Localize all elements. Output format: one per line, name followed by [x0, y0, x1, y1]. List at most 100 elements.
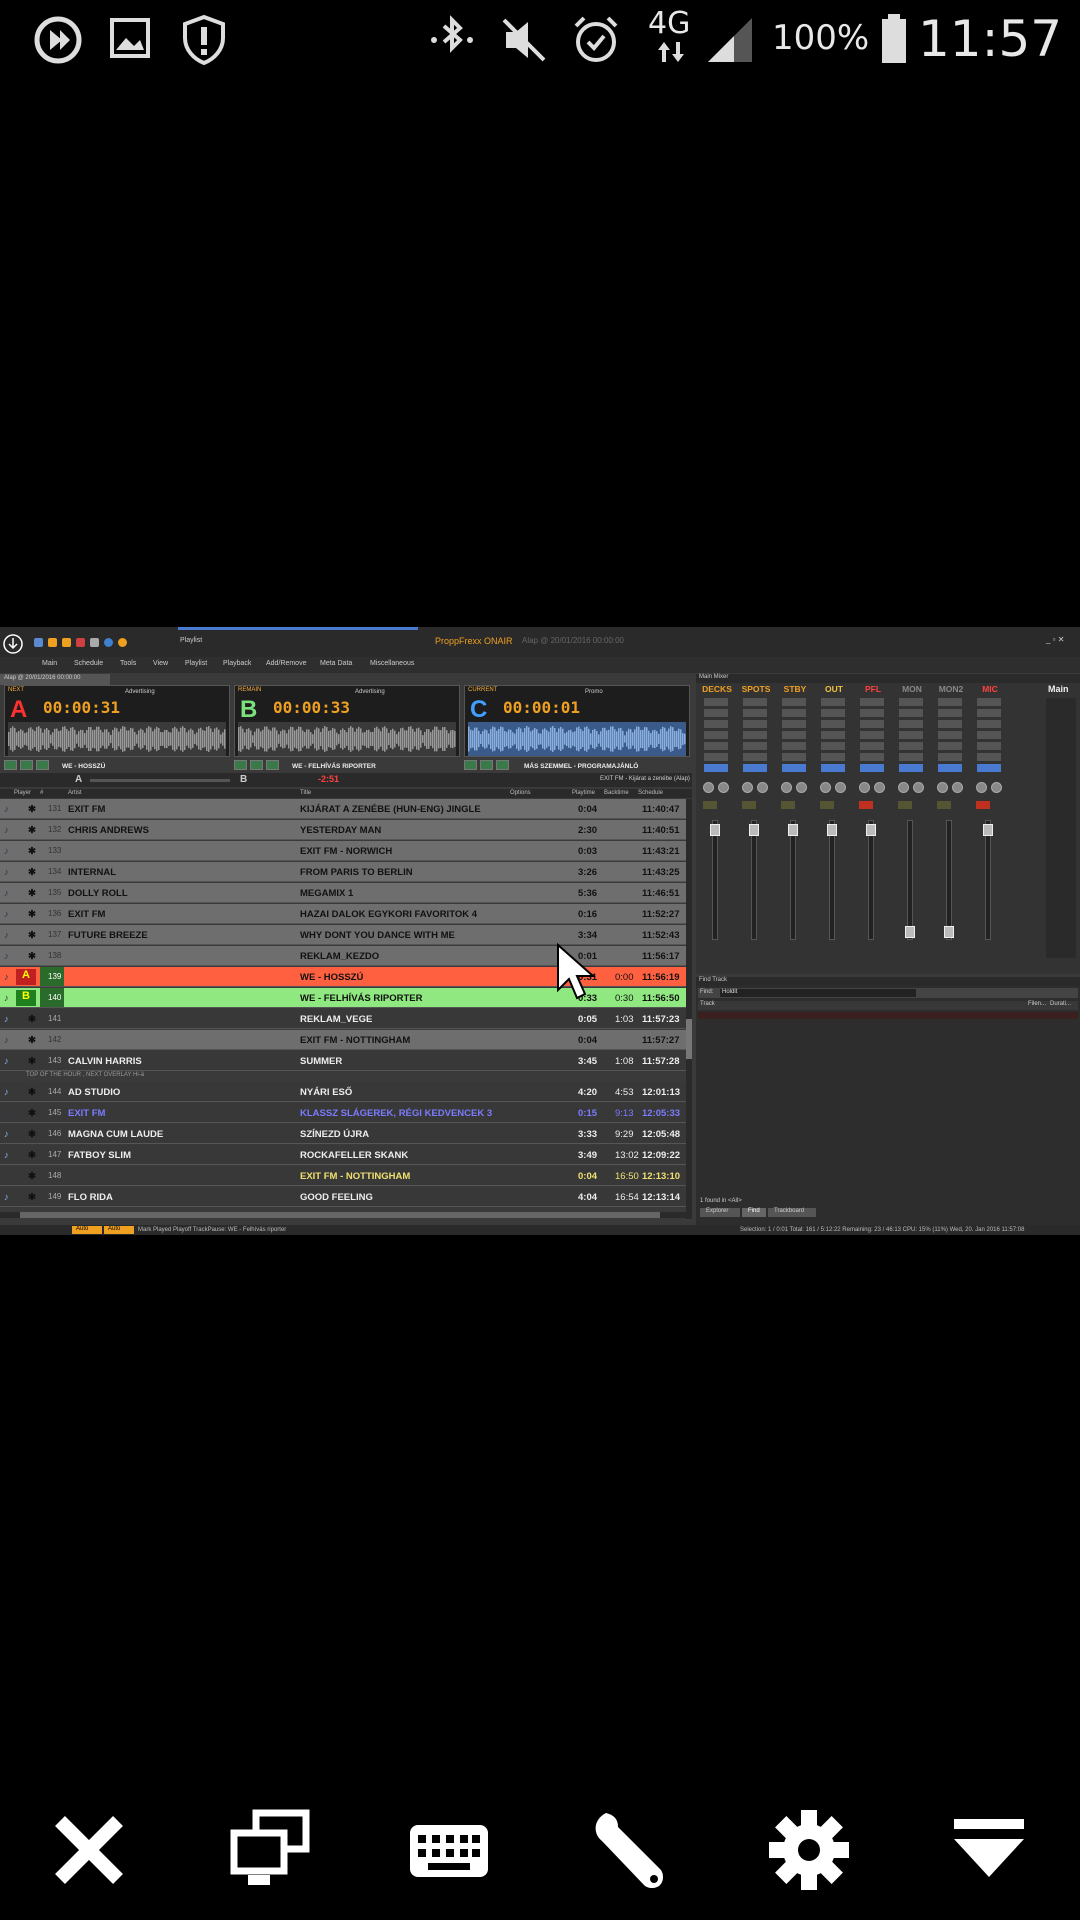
fader-track[interactable] — [868, 820, 874, 940]
on-button[interactable] — [937, 801, 951, 809]
table-row[interactable]: ♪ ✱ 141 REKLAM_VEGE 0:05 1:03 11:57:23 — [0, 1009, 692, 1029]
dsp-slot[interactable] — [704, 720, 728, 728]
table-row[interactable]: ♪ ✱ 135 DOLLY ROLL MEGAMIX 1 5:36 11:46:51 — [0, 883, 692, 903]
settings-icon[interactable] — [764, 1805, 854, 1895]
knob[interactable] — [952, 782, 963, 793]
channel-pfl[interactable]: PFL — [856, 684, 890, 695]
channel-mon[interactable]: MON — [895, 684, 929, 695]
col-header[interactable]: Schedule — [638, 790, 663, 796]
tab-miscellaneous[interactable]: Miscellaneous — [370, 660, 414, 667]
fader-track[interactable] — [829, 820, 835, 940]
knob[interactable] — [703, 782, 714, 793]
dsp-slot[interactable] — [821, 753, 845, 761]
dsp-slot[interactable] — [743, 720, 767, 728]
collapse-icon[interactable] — [944, 1805, 1034, 1895]
knob[interactable] — [991, 782, 1002, 793]
fader-handle[interactable] — [749, 824, 759, 836]
player-control-button[interactable] — [250, 760, 263, 770]
player-control-button[interactable] — [20, 760, 33, 770]
knob[interactable] — [742, 782, 753, 793]
table-row[interactable]: ♪ ✱ 147 FATBOY SLIM ROCKAFELLER SKANK 3:49 13:… — [0, 1145, 692, 1165]
tab-explorer[interactable]: Explorer — [700, 1208, 740, 1217]
channel-stby[interactable]: STBY — [778, 684, 812, 695]
find-result-row[interactable] — [698, 1012, 1078, 1019]
dsp-slot[interactable] — [977, 731, 1001, 739]
dsp-slot[interactable] — [782, 753, 806, 761]
dsp-slot[interactable] — [704, 709, 728, 717]
knob[interactable] — [913, 782, 924, 793]
tab-meta-data[interactable]: Meta Data — [320, 660, 352, 667]
auto-button[interactable]: Auto — [72, 1226, 102, 1234]
table-row[interactable]: ♪ ✱ 134 INTERNAL FROM PARIS TO BERLIN 3:26 11:… — [0, 862, 692, 882]
fader-track[interactable] — [907, 820, 913, 940]
on-button[interactable] — [898, 801, 912, 809]
dsp-slot[interactable] — [977, 720, 1001, 728]
dsp-slot[interactable] — [860, 764, 884, 772]
dsp-slot[interactable] — [782, 720, 806, 728]
dsp-slot[interactable] — [704, 764, 728, 772]
player-control-button[interactable] — [266, 760, 279, 770]
tab-playback[interactable]: Playback — [223, 660, 251, 667]
dsp-slot[interactable] — [977, 709, 1001, 717]
dsp-slot[interactable] — [938, 720, 962, 728]
knob[interactable] — [757, 782, 768, 793]
table-row[interactable]: ♪ ✱ 132 CHRIS ANDREWS YESTERDAY MAN 2:30 11:40… — [0, 820, 692, 840]
table-row[interactable]: ♪ ✱ 148 EXIT FM - NOTTINGHAM 0:04 16:50 12:13:… — [0, 1166, 692, 1186]
table-row[interactable]: ♪ ✱ 143 CALVIN HARRIS SUMMER 3:45 1:08 11:57:28 — [0, 1051, 692, 1071]
dsp-slot[interactable] — [782, 731, 806, 739]
dsp-slot[interactable] — [821, 698, 845, 706]
app-icon[interactable] — [34, 638, 43, 647]
table-row[interactable]: ♪ ✱ 133 EXIT FM - NORWICH 0:03 11:43:21 — [0, 841, 692, 861]
auto-button-2[interactable]: Auto — [104, 1226, 134, 1234]
fader-track[interactable] — [946, 820, 952, 940]
fader-handle[interactable] — [866, 824, 876, 836]
dsp-slot[interactable] — [704, 753, 728, 761]
dsp-slot[interactable] — [743, 709, 767, 717]
dsp-slot[interactable] — [860, 742, 884, 750]
dsp-slot[interactable] — [938, 742, 962, 750]
dsp-slot[interactable] — [821, 720, 845, 728]
table-row[interactable]: ♪ ✱ 136 EXIT FM HAZAI DALOK EGYKORI FAVORITO… — [0, 904, 692, 924]
fader-handle[interactable] — [983, 824, 993, 836]
quick-icon[interactable] — [90, 638, 99, 647]
tab-trackboard[interactable]: Trackboard — [768, 1208, 816, 1217]
on-button[interactable] — [703, 801, 717, 809]
dsp-slot[interactable] — [821, 742, 845, 750]
dsp-slot[interactable] — [899, 709, 923, 717]
player-control-button[interactable] — [234, 760, 247, 770]
grid-hscrollbar[interactable] — [0, 1212, 686, 1218]
wrench-icon[interactable] — [584, 1805, 674, 1895]
col-header[interactable]: # — [40, 790, 43, 796]
dsp-slot[interactable] — [899, 698, 923, 706]
player-a[interactable]: NEXT A 00:00:31 Advertising — [4, 685, 230, 757]
channel-spots[interactable]: SPOTS — [739, 684, 773, 695]
table-row[interactable]: ♪ ✱ 149 FLO RIDA GOOD FEELING 4:04 16:54 12:13:… — [0, 1187, 692, 1207]
dsp-slot[interactable] — [743, 742, 767, 750]
dsp-slot[interactable] — [782, 709, 806, 717]
table-row[interactable]: ♪ ✱ 146 MAGNA CUM LAUDE SZÍNEZD ÚJRA 3:33 9:29… — [0, 1124, 692, 1144]
on-button[interactable] — [976, 801, 990, 809]
knob[interactable] — [718, 782, 729, 793]
dsp-slot[interactable] — [860, 731, 884, 739]
dsp-slot[interactable] — [704, 731, 728, 739]
dsp-slot[interactable] — [860, 753, 884, 761]
tab-schedule[interactable]: Schedule — [74, 660, 103, 667]
col-header[interactable]: Artist — [68, 790, 82, 796]
on-button[interactable] — [742, 801, 756, 809]
waveform[interactable] — [8, 722, 226, 756]
dsp-slot[interactable] — [821, 764, 845, 772]
player-control-button[interactable] — [36, 760, 49, 770]
main-mixer[interactable]: Main Mixer DECKS SPOTS STBY OUT PFL MON MON2 MI… — [696, 674, 1080, 974]
tab-view[interactable]: View — [153, 660, 168, 667]
player-control-button[interactable] — [4, 760, 17, 770]
col-header[interactable]: Player — [14, 790, 31, 796]
knob[interactable] — [796, 782, 807, 793]
col-header[interactable]: Playtime — [572, 790, 595, 796]
dsp-slot[interactable] — [704, 742, 728, 750]
player-c[interactable]: CURRENT C 00:00:01 Promo — [464, 685, 690, 757]
dsp-slot[interactable] — [938, 764, 962, 772]
tab-find[interactable]: Find — [742, 1208, 766, 1217]
timer-icon[interactable] — [118, 638, 127, 647]
dsp-slot[interactable] — [977, 742, 1001, 750]
playlist-tab[interactable]: Playlist — [180, 637, 202, 644]
